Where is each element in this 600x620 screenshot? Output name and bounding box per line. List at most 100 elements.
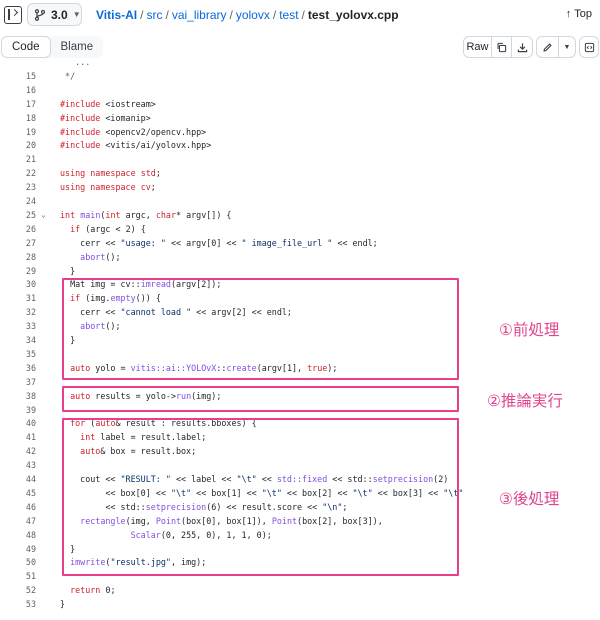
code-text: abort(); [80,251,121,262]
line-number[interactable]: 21 [0,152,36,166]
code-line: 53} [0,597,600,611]
line-number[interactable]: 51 [0,569,36,583]
code-square-icon [584,42,595,53]
top-link[interactable]: ↑ Top [566,8,592,20]
line-number[interactable]: 49 [0,542,36,556]
breadcrumb-separator: / [165,8,169,22]
line-number[interactable]: 43 [0,458,36,472]
inference-label: ②推論実行 [487,392,563,410]
code-text: cerr << "usage: " << argv[0] << " image_… [60,237,378,248]
line-number[interactable]: 37 [0,375,36,389]
code-line: 15 */ [0,69,600,83]
code-line: 16 [0,83,600,97]
arrow-up-icon: ↑ [565,8,572,20]
line-number[interactable]: 28 [0,250,36,264]
code-line: 20 #include <vitis/ai/yolovx.hpp> [0,138,600,152]
breadcrumb-file: test_yolovx.cpp [307,8,399,22]
inference-highlight-box [62,386,459,412]
line-number[interactable]: 38 [0,389,36,403]
line-number[interactable]: 33 [0,319,36,333]
breadcrumb: Vitis-AI / src / vai_library / yolovx / test / tes… [96,8,399,22]
line-number[interactable]: 47 [0,514,36,528]
line-number[interactable]: 42 [0,444,36,458]
code-line: 29 } [0,264,600,278]
code-line: 28 abort(); [0,250,600,264]
postprocess-highlight-box [62,418,459,576]
line-number[interactable]: 36 [0,361,36,375]
tab-blame[interactable]: Blame [51,36,104,58]
code-text: using namespace cv; [60,182,156,193]
tab-code[interactable]: Code [1,36,51,58]
line-number[interactable]: 35 [0,347,36,361]
code-text: } [60,265,76,276]
line-number[interactable]: 19 [0,125,36,139]
edit-actions: ▼ [536,36,576,58]
line-number[interactable]: 27 [0,236,36,250]
line-number[interactable]: 30 [0,277,36,291]
line-number[interactable]: 18 [0,111,36,125]
download-button[interactable] [512,37,532,57]
breadcrumb-yolovx[interactable]: yolovx [236,8,270,22]
download-icon [517,42,528,53]
line-number[interactable]: 52 [0,583,36,597]
view-tabs: Code Blame [1,36,104,58]
edit-button[interactable] [537,37,559,57]
code-line: ... [0,60,600,69]
line-number[interactable]: 50 [0,555,36,569]
line-number[interactable]: 31 [0,291,36,305]
line-number[interactable]: 17 [0,97,36,111]
preprocess-highlight-box [62,278,459,380]
line-number[interactable]: 41 [0,430,36,444]
raw-button[interactable]: Raw [464,37,492,57]
chevron-down-icon: ▼ [72,10,81,19]
code-line: 18 #include <iomanip> [0,111,600,125]
line-number[interactable]: 39 [0,403,36,417]
line-number[interactable]: 34 [0,333,36,347]
line-number[interactable]: 23 [0,180,36,194]
code-text: #include <opencv2/opencv.hpp> [60,126,207,137]
symbols-button[interactable] [580,37,598,57]
line-number[interactable]: 45 [0,486,36,500]
breadcrumb-separator: / [301,8,305,22]
copy-button[interactable] [492,37,512,57]
breadcrumb-repo[interactable]: Vitis-AI [96,8,137,22]
line-number[interactable]: 46 [0,500,36,514]
line-number[interactable]: 22 [0,166,36,180]
code-line: 52 return 0; [0,583,600,597]
code-text: if (argc < 2) { [70,223,146,234]
branch-selector[interactable]: 3.0 ▼ [27,3,82,26]
code-text: return 0; [70,585,116,596]
breadcrumb-vai-library[interactable]: vai_library [172,8,227,22]
code-line: 24 [0,194,600,208]
line-number[interactable]: 15 [0,69,36,83]
code-line: 26 if (argc < 2) { [0,222,600,236]
breadcrumb-test[interactable]: test [279,8,298,22]
symbols-panel-toggle[interactable] [579,36,599,58]
line-number[interactable]: 48 [0,528,36,542]
code-text: #include <vitis/ai/yolovx.hpp> [60,140,212,151]
breadcrumb-src[interactable]: src [146,8,162,22]
code-text: } [60,599,66,610]
top-link-label: Top [574,8,592,20]
line-number[interactable]: 16 [0,83,36,97]
file-actions: Raw [463,36,533,58]
line-number[interactable]: 44 [0,472,36,486]
sidebar-expand-icon[interactable] [4,6,22,24]
breadcrumb-separator: / [140,8,144,22]
line-number[interactable]: 24 [0,194,36,208]
line-number[interactable]: 53 [0,597,36,611]
line-number[interactable]: 20 [0,138,36,152]
line-number[interactable]: 25 [0,208,36,222]
code-text: */ [60,70,76,81]
line-number[interactable]: 26 [0,222,36,236]
line-number[interactable]: 40 [0,416,36,430]
chevron-down-icon: ▼ [563,43,571,51]
edit-dropdown-button[interactable]: ▼ [559,37,575,57]
line-number[interactable]: 32 [0,305,36,319]
pencil-icon [542,42,553,53]
file-toolbar: Code Blame Raw ▼ [0,34,600,60]
code-text: ... [60,60,91,67]
line-number[interactable]: 29 [0,264,36,278]
fold-chevron-icon[interactable]: ⌄ [41,208,46,222]
code-line: 23 using namespace cv; [0,180,600,194]
